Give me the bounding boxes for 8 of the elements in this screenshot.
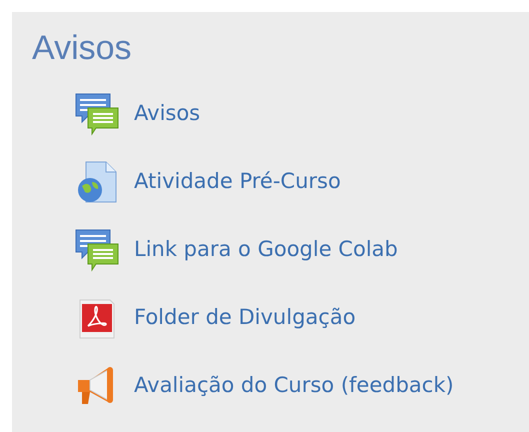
activity-link[interactable]: Link para o Google Colab: [134, 234, 398, 266]
activity-link[interactable]: Avaliação do Curso (feedback): [134, 370, 454, 402]
chat-bubbles-icon: [74, 228, 120, 272]
chat-bubbles-icon: [74, 92, 120, 136]
activity-link[interactable]: Avisos: [134, 98, 200, 130]
section-title: Avisos: [32, 28, 133, 69]
activity-link[interactable]: Folder de Divulgação: [134, 302, 356, 334]
activity-link[interactable]: Atividade Pré-Curso: [134, 166, 341, 198]
